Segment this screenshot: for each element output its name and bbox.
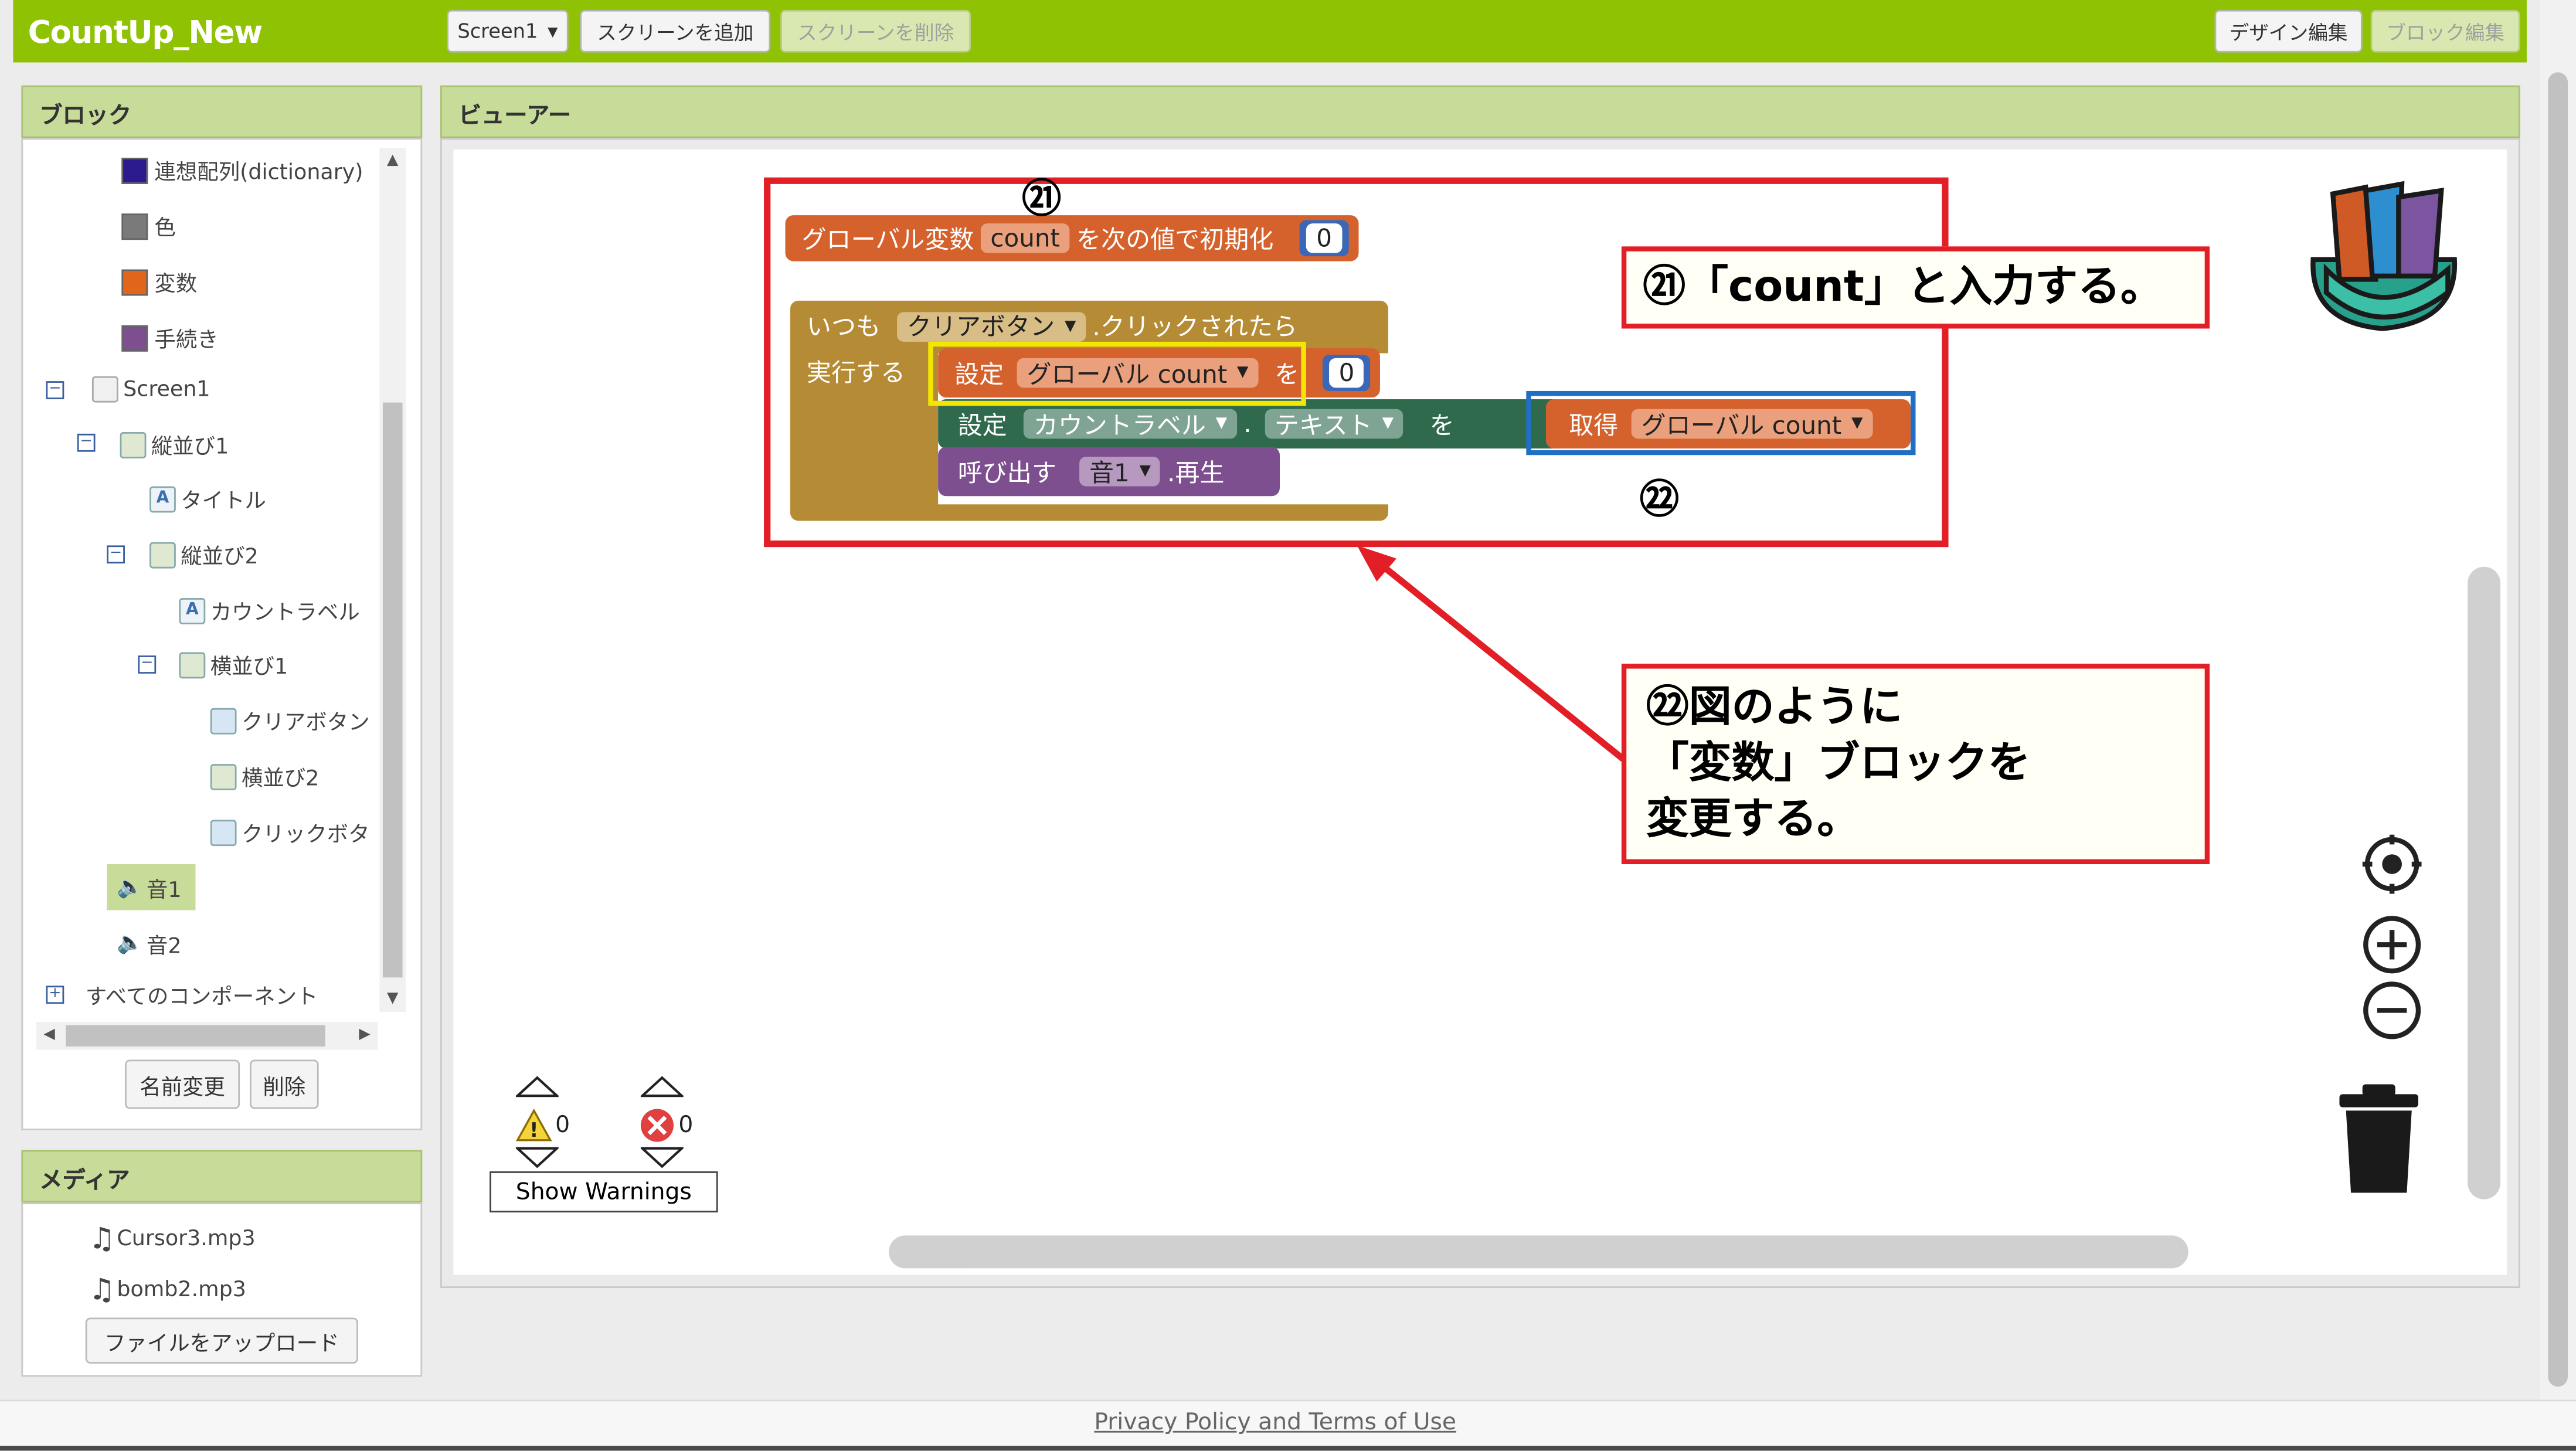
- bottom-border: [0, 1446, 2576, 1451]
- error-icon: [640, 1109, 674, 1142]
- zoom-in-icon[interactable]: [2363, 915, 2422, 974]
- app-window: CountUp_New Screen1 ▼ スクリーンを追加 スクリーンを削除 …: [0, 0, 2576, 1451]
- error-next-icon[interactable]: [640, 1145, 684, 1168]
- warning-icon: !: [515, 1109, 552, 1141]
- zoom-out-icon[interactable]: [2363, 981, 2422, 1040]
- annotation-arrow: [1357, 545, 1626, 762]
- trash-icon[interactable]: [2336, 1084, 2422, 1197]
- error-count: 0: [678, 1112, 694, 1139]
- warning-count: 0: [555, 1112, 570, 1139]
- recenter-icon[interactable]: [2362, 834, 2422, 894]
- warning-next-icon[interactable]: [515, 1145, 559, 1168]
- workspace-vertical-scrollbar[interactable]: [2468, 566, 2501, 1199]
- privacy-policy-link[interactable]: Privacy Policy and Terms of Use: [1094, 1409, 1456, 1436]
- show-warnings-button[interactable]: Show Warnings: [490, 1171, 718, 1213]
- workspace-horizontal-scrollbar[interactable]: [889, 1235, 2188, 1269]
- svg-text:!: !: [529, 1119, 538, 1141]
- warning-prev-icon[interactable]: [515, 1076, 559, 1099]
- error-prev-icon[interactable]: [640, 1076, 684, 1099]
- backpack-icon[interactable]: [2297, 178, 2471, 335]
